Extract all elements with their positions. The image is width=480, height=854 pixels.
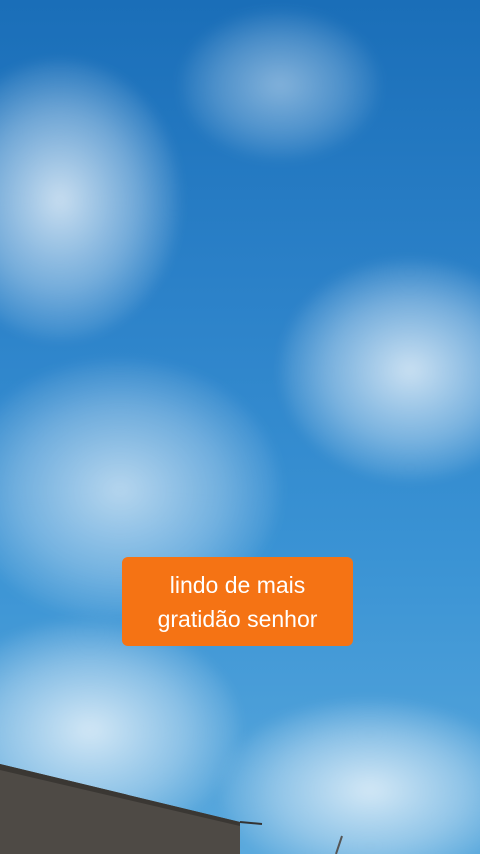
cloud-top-left	[0, 60, 180, 340]
caption-box: lindo de mais gratidão senhor	[122, 557, 353, 646]
caption-line-2: gratidão senhor	[157, 605, 318, 632]
cloud-top-center	[180, 10, 380, 160]
cloud-right	[280, 260, 480, 480]
caption-line-1: lindo de mais	[169, 571, 306, 598]
sky-photo: lindo de mais gratidão senhor	[0, 0, 480, 854]
building-wall	[0, 764, 343, 854]
